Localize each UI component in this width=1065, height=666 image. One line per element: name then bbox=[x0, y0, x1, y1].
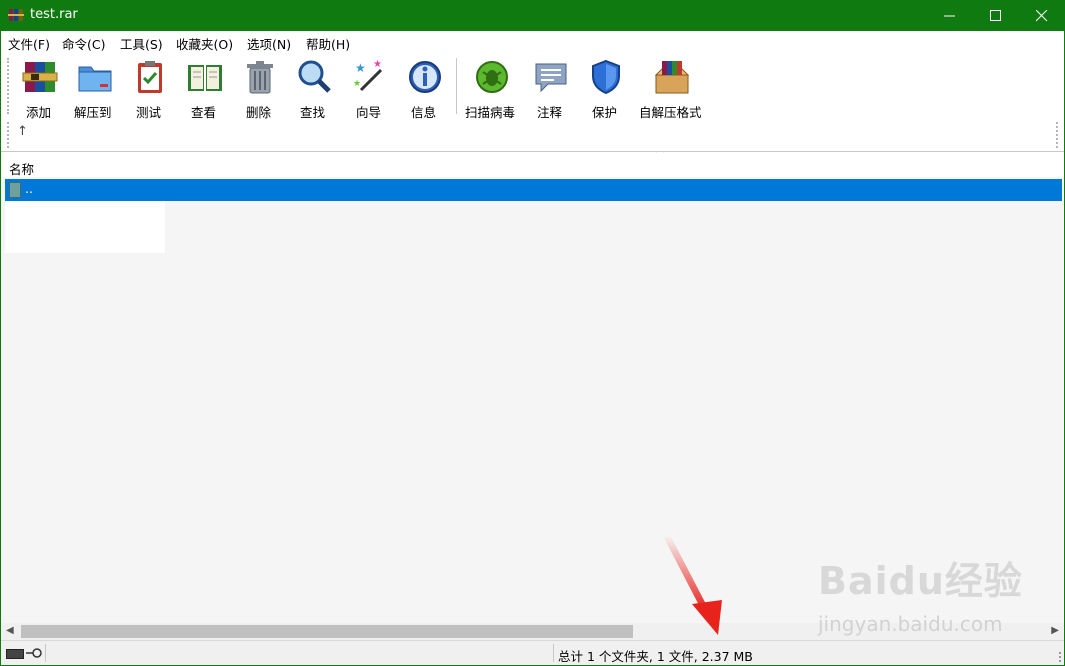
toolbar: 添加 解压到 测试 查看 删除 查找 ★ ★ ★ 向导 信息 扫描病毒 注释 保… bbox=[1, 52, 1064, 152]
address-grip-right[interactable] bbox=[1056, 122, 1060, 148]
menu-favorites[interactable]: 收藏夹(O) bbox=[176, 34, 233, 53]
address-grip[interactable] bbox=[7, 122, 11, 148]
key-icon[interactable] bbox=[26, 647, 42, 659]
find-label: 查找 bbox=[300, 105, 326, 120]
title-bar[interactable]: test.rar bbox=[0, 0, 1065, 31]
shield-icon bbox=[592, 59, 620, 95]
sfx-button[interactable]: 自解压格式 bbox=[637, 58, 707, 120]
menu-options[interactable]: 选项(N) bbox=[247, 34, 291, 53]
column-name-label: 名称 bbox=[9, 162, 35, 177]
find-button[interactable]: 查找 bbox=[293, 58, 335, 120]
resize-grip[interactable] bbox=[1049, 652, 1061, 662]
sfx-label: 自解压格式 bbox=[639, 105, 702, 120]
svg-text:★: ★ bbox=[353, 79, 361, 89]
delete-button[interactable]: 删除 bbox=[239, 58, 281, 120]
maximize-button[interactable] bbox=[973, 0, 1019, 31]
protect-label: 保护 bbox=[592, 105, 618, 120]
clipboard-check-icon bbox=[138, 61, 162, 93]
maximize-icon bbox=[990, 10, 1001, 21]
wizard-label: 向导 bbox=[356, 105, 382, 120]
winrar-app-icon bbox=[8, 9, 24, 21]
comment-label: 注释 bbox=[537, 105, 563, 120]
info-label: 信息 bbox=[411, 105, 437, 120]
info-button[interactable]: 信息 bbox=[404, 58, 446, 120]
app-window: test.rar 文件(F) 命令(C) 工具(S) 收藏夹(O) 选项(N) … bbox=[0, 0, 1065, 666]
comment-button[interactable]: 注释 bbox=[530, 58, 572, 120]
watermark-main: Baidu经验 bbox=[818, 559, 1023, 603]
list-item[interactable]: .. bbox=[5, 179, 1062, 201]
baidu-watermark: Baidu经验 jingyan.baidu.com bbox=[818, 550, 1023, 636]
empty-area bbox=[5, 201, 165, 253]
svg-text:★: ★ bbox=[355, 61, 366, 75]
add-button[interactable]: 添加 bbox=[19, 58, 61, 120]
info-icon bbox=[409, 61, 441, 93]
annotation-arrow bbox=[664, 535, 722, 635]
window-title: test.rar bbox=[30, 7, 78, 22]
archive-books-icon bbox=[22, 62, 58, 92]
drive-icon[interactable] bbox=[6, 649, 24, 659]
menu-commands[interactable]: 命令(C) bbox=[62, 34, 105, 53]
virus-scan-button[interactable]: 扫描病毒 bbox=[464, 58, 520, 120]
toolbar-grip[interactable] bbox=[7, 58, 11, 114]
scroll-right-icon[interactable]: ▶ bbox=[1051, 625, 1059, 636]
close-icon bbox=[1036, 10, 1048, 22]
trash-can-icon bbox=[247, 61, 273, 94]
up-folder-icon[interactable]: ↑ bbox=[17, 124, 28, 139]
test-button[interactable]: 测试 bbox=[129, 58, 171, 120]
watermark-url: jingyan.baidu.com bbox=[818, 612, 1003, 636]
menu-bar: 文件(F) 命令(C) 工具(S) 收藏夹(O) 选项(N) 帮助(H) bbox=[1, 31, 1064, 52]
menu-file[interactable]: 文件(F) bbox=[8, 34, 50, 53]
status-bar: 总计 1 个文件夹, 1 文件, 2.37 MB bbox=[1, 640, 1064, 665]
delete-label: 删除 bbox=[246, 105, 272, 120]
magnifier-icon bbox=[298, 60, 331, 93]
minimize-icon bbox=[944, 15, 955, 17]
status-separator bbox=[553, 644, 554, 662]
view-button[interactable]: 查看 bbox=[183, 58, 227, 120]
open-book-icon bbox=[188, 65, 222, 91]
magic-wand-icon: ★ ★ ★ bbox=[353, 59, 383, 92]
scrollbar-thumb[interactable] bbox=[21, 625, 633, 638]
list-item-name: .. bbox=[25, 181, 33, 196]
folder-extract-icon bbox=[78, 66, 112, 92]
sfx-box-icon bbox=[654, 61, 690, 94]
status-separator bbox=[45, 644, 46, 662]
protect-button[interactable]: 保护 bbox=[585, 58, 627, 120]
menu-help[interactable]: 帮助(H) bbox=[306, 34, 350, 53]
virus-scan-label: 扫描病毒 bbox=[465, 105, 516, 120]
comment-bubble-icon bbox=[535, 63, 567, 93]
virus-scan-icon bbox=[476, 61, 508, 93]
column-header-name[interactable]: 名称 bbox=[1, 153, 1064, 177]
test-label: 测试 bbox=[136, 105, 162, 120]
extract-to-button[interactable]: 解压到 bbox=[73, 58, 117, 120]
scroll-left-icon[interactable]: ◀ bbox=[6, 625, 14, 636]
extract-to-label: 解压到 bbox=[74, 105, 112, 120]
toolbar-divider bbox=[1, 151, 1064, 152]
add-label: 添加 bbox=[26, 105, 52, 120]
menu-tools[interactable]: 工具(S) bbox=[120, 34, 163, 53]
toolbar-separator bbox=[456, 58, 457, 114]
close-button[interactable] bbox=[1019, 0, 1065, 31]
parent-folder-icon bbox=[9, 182, 21, 198]
svg-text:★: ★ bbox=[373, 59, 382, 70]
view-label: 查看 bbox=[191, 105, 217, 120]
minimize-button[interactable] bbox=[927, 0, 973, 31]
wizard-button[interactable]: ★ ★ ★ 向导 bbox=[349, 58, 391, 120]
